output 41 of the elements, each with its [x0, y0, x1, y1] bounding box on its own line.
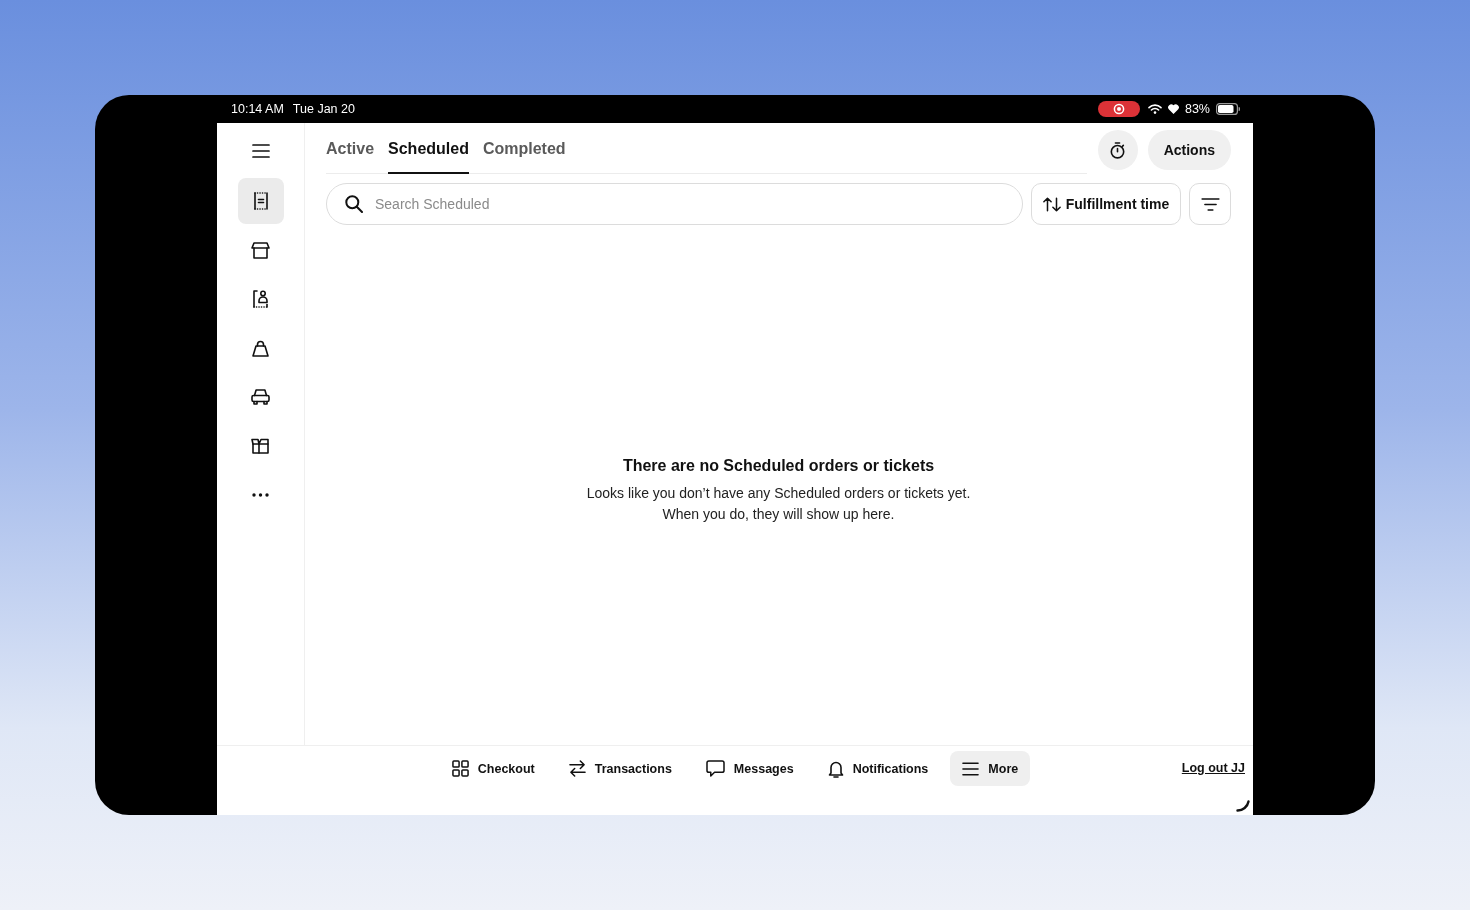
actions-button[interactable]: Actions	[1147, 130, 1231, 170]
empty-state-title: There are no Scheduled orders or tickets	[622, 456, 935, 476]
nav-item[interactable]: Checkout	[439, 751, 547, 786]
nav-item[interactable]: Transactions	[556, 751, 684, 786]
arc-icon	[1236, 800, 1250, 812]
sort-icon	[1042, 196, 1061, 212]
battery-percent: 83%	[1184, 102, 1210, 116]
heart-icon	[1167, 104, 1179, 114]
tab[interactable]: Active	[326, 130, 375, 174]
tab[interactable]: Completed	[482, 130, 566, 174]
nav-item[interactable]: Messages	[693, 751, 806, 786]
status-date: Tue Jan 20	[292, 102, 355, 116]
car-icon	[251, 389, 270, 405]
search-field[interactable]: Search Scheduled	[326, 183, 1023, 225]
receipt-icon	[253, 192, 268, 210]
grid-icon	[451, 760, 469, 777]
nav-item[interactable]: More	[950, 751, 1031, 786]
wifi-icon	[1147, 104, 1162, 114]
sidebar-item[interactable]	[237, 178, 284, 224]
bag-icon	[252, 339, 269, 357]
box-icon	[251, 438, 270, 454]
empty-state-message: Looks like you don’t have any Scheduled orders or tickets yet. When you do, they will show up here.	[586, 484, 971, 524]
swap-arrows-icon	[568, 760, 586, 777]
menu-icon	[251, 144, 270, 158]
stopwatch-icon	[1110, 141, 1126, 159]
timer-button[interactable]	[1097, 130, 1138, 170]
chat-bubble-icon	[705, 760, 725, 777]
filter-icon	[1200, 197, 1220, 211]
logout-link[interactable]: Log out JJ	[1181, 751, 1245, 786]
bell-icon	[827, 759, 844, 778]
more-icon	[252, 493, 269, 497]
tab[interactable]: Scheduled	[388, 130, 469, 174]
person-bracket-icon	[252, 290, 269, 308]
filter-button[interactable]	[1189, 183, 1231, 225]
sort-button[interactable]: Fulfillment time	[1031, 183, 1181, 225]
menu-icon	[962, 761, 980, 776]
battery-icon	[1216, 103, 1240, 115]
search-icon	[345, 195, 363, 213]
nav-item[interactable]: Notifications	[815, 751, 941, 786]
storefront-icon	[251, 241, 270, 259]
status-time: 10:14 AM	[231, 102, 284, 116]
